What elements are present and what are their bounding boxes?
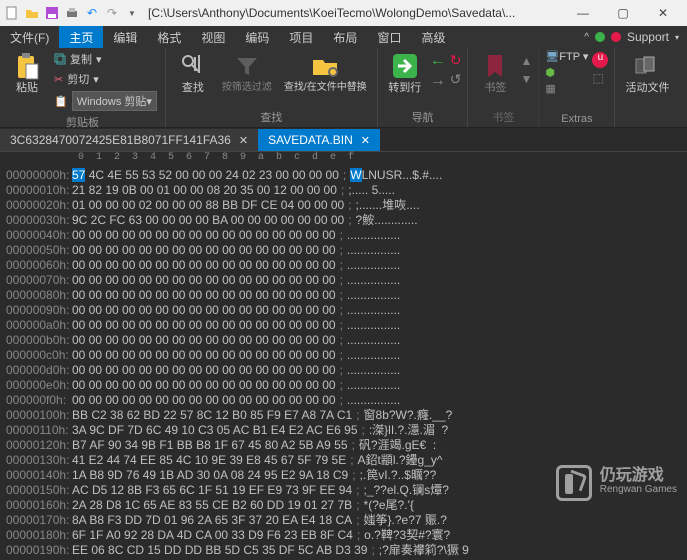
menu-support[interactable]: Support: [627, 30, 669, 44]
hex-row[interactable]: 000000c0h:00 00 00 00 00 00 00 00 00 00 …: [6, 348, 681, 363]
ribbon-extras-group: 🖥FTP ▾ ⬢ ▦ u ⬚ Extras: [539, 48, 615, 127]
replace-button[interactable]: 查找/在文件中替换: [280, 50, 371, 96]
menu-window[interactable]: 窗口: [367, 26, 411, 48]
copy-button[interactable]: 复制 ▾: [52, 50, 159, 68]
nav-back-icon[interactable]: ←: [430, 52, 446, 70]
ribbon-nav-group: 转到行 ← → ↻ ↺ 导航: [378, 48, 469, 127]
hex-row[interactable]: 00000190h:EE 06 8C CD 15 DD DD BB 5D C5 …: [6, 543, 681, 558]
menu-format[interactable]: 格式: [147, 26, 191, 48]
bookmark-label: 书签: [492, 107, 514, 127]
hex-row[interactable]: 000000b0h:00 00 00 00 00 00 00 00 00 00 …: [6, 333, 681, 348]
bm-next-icon[interactable]: ▼: [520, 72, 532, 86]
filter-button[interactable]: 按筛选过滤: [218, 50, 276, 96]
save-icon[interactable]: [44, 5, 60, 21]
column-ruler: 0 1 2 3 4 5 6 7 8 9 a b c d e f: [0, 152, 687, 166]
hex-row[interactable]: 00000030h:9C 2C FC 63 00 00 00 00 BA 00 …: [6, 213, 681, 228]
bm-prev-icon[interactable]: ▲: [520, 54, 532, 68]
hex-row[interactable]: 00000070h:00 00 00 00 00 00 00 00 00 00 …: [6, 273, 681, 288]
maximize-button[interactable]: ▢: [603, 0, 643, 26]
menu-view[interactable]: 视图: [191, 26, 235, 48]
ribbon-find-group: 查找 按筛选过滤 查找/在文件中替换 查找: [166, 48, 378, 127]
hex-row[interactable]: 000000d0h:00 00 00 00 00 00 00 00 00 00 …: [6, 363, 681, 378]
title-path: [C:\Users\Anthony\Documents\KoeiTecmo\Wo…: [148, 6, 563, 20]
hex-row[interactable]: 00000040h:00 00 00 00 00 00 00 00 00 00 …: [6, 228, 681, 243]
bookmark-button[interactable]: 书签: [474, 50, 516, 96]
cut-button[interactable]: ✂剪切 ▾: [52, 70, 159, 88]
tab-hash[interactable]: 3C6328470072425E81B8071FF141FA36 ✕: [0, 129, 258, 151]
hex-row[interactable]: 000000f0h:00 00 00 00 00 00 00 00 00 00 …: [6, 393, 681, 408]
nav-fwd-icon[interactable]: →: [430, 72, 446, 90]
hex-row[interactable]: 00000100h:BB C2 38 62 BD 22 57 8C 12 B0 …: [6, 408, 681, 423]
nav-undo-icon[interactable]: ↺: [450, 71, 462, 88]
titlebar: ↶ ↷ ▼ [C:\Users\Anthony\Documents\KoeiTe…: [0, 0, 687, 26]
nav-label: 导航: [412, 107, 434, 127]
redo-icon[interactable]: ↷: [104, 5, 120, 21]
hex-row[interactable]: 00000170h:8A B8 F3 DD 7D 01 96 2A 65 3F …: [6, 513, 681, 528]
nav-redo-icon[interactable]: ↻: [450, 52, 462, 69]
tabbar: 3C6328470072425E81B8071FF141FA36 ✕ SAVED…: [0, 128, 687, 152]
hex-row[interactable]: 00000050h:00 00 00 00 00 00 00 00 00 00 …: [6, 243, 681, 258]
hex-row[interactable]: 000000a0h:00 00 00 00 00 00 00 00 00 00 …: [6, 318, 681, 333]
hex-row[interactable]: 00000020h:01 00 00 00 02 00 00 00 88 BB …: [6, 198, 681, 213]
status-dot-red: [611, 32, 621, 42]
ext-icon2[interactable]: ⬚: [592, 71, 608, 85]
paste-button[interactable]: 粘贴: [6, 50, 48, 96]
menu-project[interactable]: 项目: [279, 26, 323, 48]
find-button[interactable]: 查找: [172, 50, 214, 96]
ext-icon1[interactable]: u: [592, 52, 608, 68]
hex-row[interactable]: 00000130h:41 E2 44 74 EE 85 4C 10 9E 39 …: [6, 453, 681, 468]
menu-file[interactable]: 文件(F): [0, 26, 59, 48]
quick-access-toolbar: ↶ ↷ ▼: [4, 5, 140, 21]
status-dot-green: [595, 32, 605, 42]
hex-row[interactable]: 000000e0h:00 00 00 00 00 00 00 00 00 00 …: [6, 378, 681, 393]
hex-row[interactable]: 00000080h:00 00 00 00 00 00 00 00 00 00 …: [6, 288, 681, 303]
dropdown-icon[interactable]: ▼: [124, 5, 140, 21]
hex-row[interactable]: 00000010h:21 82 19 0B 00 01 00 00 08 20 …: [6, 183, 681, 198]
hex-row[interactable]: 00000090h:00 00 00 00 00 00 00 00 00 00 …: [6, 303, 681, 318]
ribbon-clipboard-group: 粘贴 复制 ▾ ✂剪切 ▾ 📋Windows 剪贴 ▾ 剪贴板: [0, 48, 166, 127]
chevron-up-icon[interactable]: ^: [584, 32, 589, 43]
hex-row[interactable]: 00000140h:1A B8 9D 76 49 1B AD 30 0A 08 …: [6, 468, 681, 483]
window-buttons: — ▢ ✕: [563, 0, 683, 26]
active-file-button[interactable]: 活动文件: [621, 50, 673, 96]
ribbon-bookmark-group: 书签 ▲ ▼ 书签: [468, 48, 539, 127]
tab-savedata[interactable]: SAVEDATA.BIN ✕: [258, 129, 380, 151]
menu-layout[interactable]: 布局: [323, 26, 367, 48]
clipboard-combo[interactable]: 📋Windows 剪贴 ▾: [52, 90, 159, 112]
open-folder-icon[interactable]: [24, 5, 40, 21]
ribbon-active-group: 活动文件: [615, 48, 679, 127]
tab-savedata-label: SAVEDATA.BIN: [268, 133, 353, 147]
minimize-button[interactable]: —: [563, 0, 603, 26]
goto-button[interactable]: 转到行: [384, 50, 426, 96]
menubar: 文件(F) 主页 编辑 格式 视图 编码 项目 布局 窗口 高级 ^ Suppo…: [0, 26, 687, 48]
menu-advanced[interactable]: 高级: [411, 26, 455, 48]
menu-edit[interactable]: 编辑: [103, 26, 147, 48]
hex-row[interactable]: 00000120h:B7 AF 90 34 9B F1 BB B8 1F 67 …: [6, 438, 681, 453]
find-label: 查找: [260, 107, 282, 127]
extras-label: Extras: [561, 111, 592, 127]
hex-row[interactable]: 00000110h:3A 9C DF 7D 6C 49 10 C3 05 AC …: [6, 423, 681, 438]
menu-encoding[interactable]: 编码: [235, 26, 279, 48]
hex-row[interactable]: 00000150h:AC D5 12 8B F3 65 6C 1F 51 19 …: [6, 483, 681, 498]
hex-row[interactable]: 00000000h:57 4C 4E 55 53 52 00 00 00 24 …: [6, 168, 681, 183]
new-file-icon[interactable]: [4, 5, 20, 21]
menu-home[interactable]: 主页: [59, 26, 103, 48]
tab-hash-label: 3C6328470072425E81B8071FF141FA36: [10, 133, 231, 147]
ftp-button[interactable]: 🖥FTP ▾: [545, 50, 588, 63]
hex-row[interactable]: 00000060h:00 00 00 00 00 00 00 00 00 00 …: [6, 258, 681, 273]
tab-close-icon[interactable]: ✕: [361, 134, 370, 147]
hex-view[interactable]: 00000000h:57 4C 4E 55 53 52 00 00 00 24 …: [0, 166, 687, 560]
close-button[interactable]: ✕: [643, 0, 683, 26]
ribbon: 粘贴 复制 ▾ ✂剪切 ▾ 📋Windows 剪贴 ▾ 剪贴板 查找 按筛选过滤…: [0, 48, 687, 128]
extras-item2[interactable]: ▦: [545, 82, 588, 95]
hex-row[interactable]: 00000160h:2A 28 D8 1C 65 AE 83 55 CE B2 …: [6, 498, 681, 513]
undo-icon[interactable]: ↶: [84, 5, 100, 21]
chevron-down-icon[interactable]: ▾: [675, 33, 679, 42]
print-icon[interactable]: [64, 5, 80, 21]
tab-close-icon[interactable]: ✕: [239, 134, 248, 147]
extras-item1[interactable]: ⬢: [545, 66, 588, 79]
